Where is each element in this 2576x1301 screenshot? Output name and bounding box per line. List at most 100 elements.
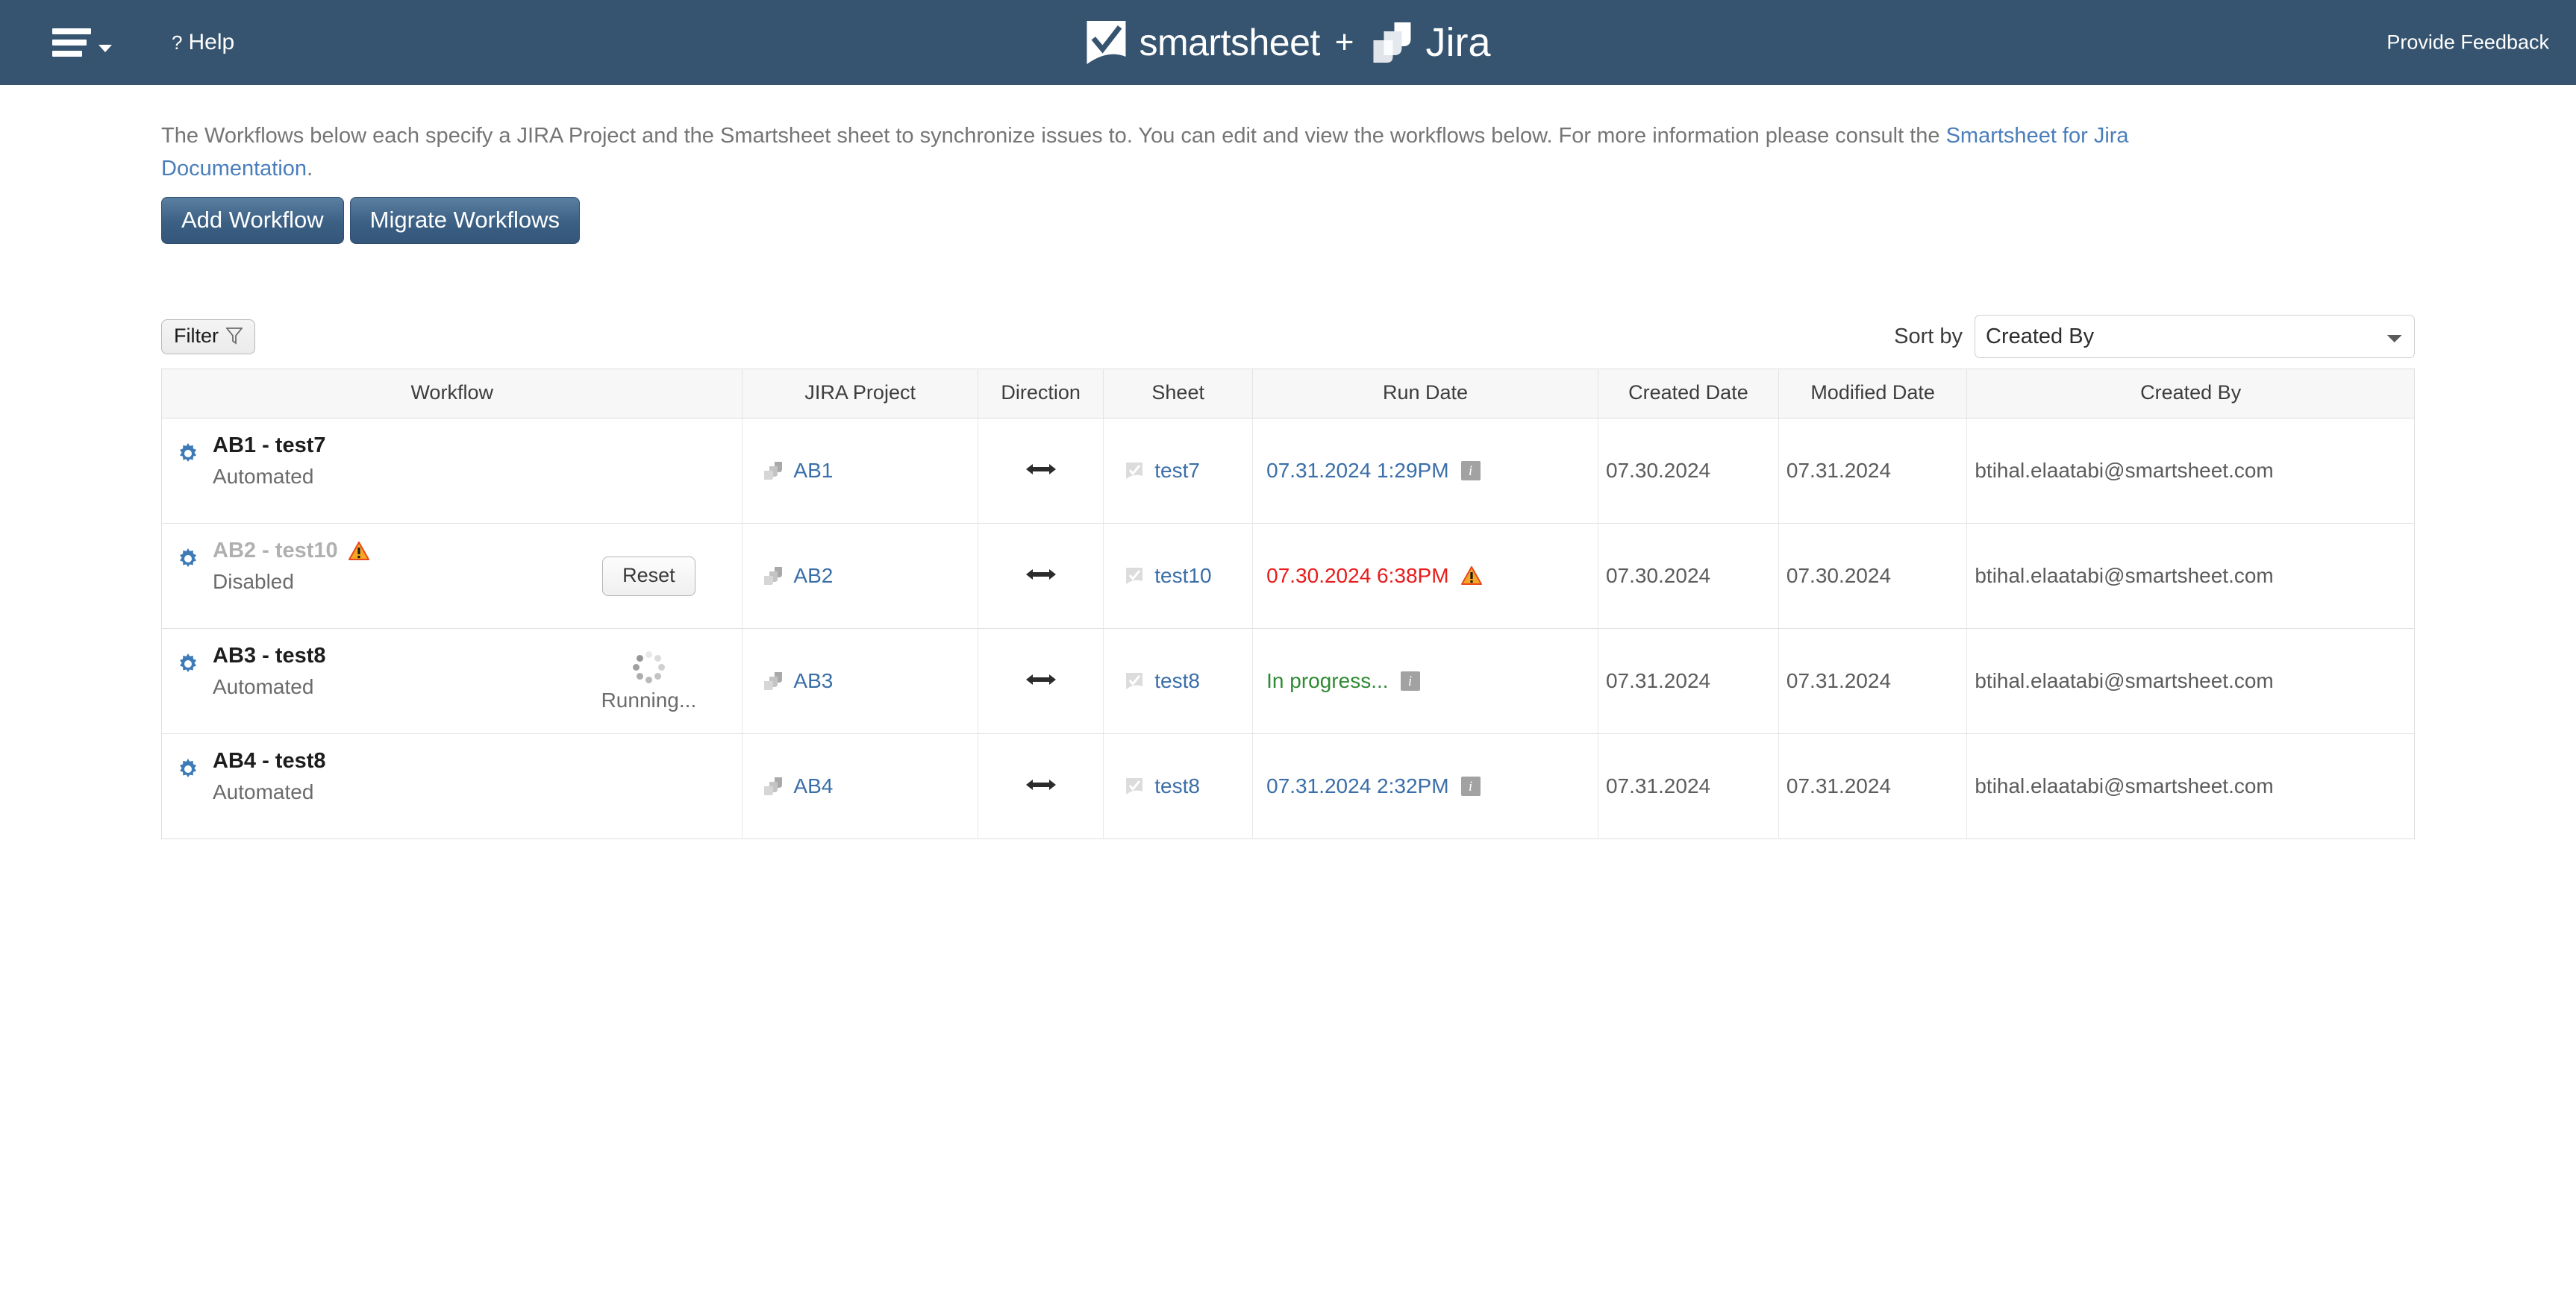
run-date-value[interactable]: 07.31.2024 1:29PM xyxy=(1266,459,1448,483)
workflow-settings-gear[interactable] xyxy=(177,758,199,786)
sheet-link[interactable]: test10 xyxy=(1154,564,1211,588)
sheet-cell: test7 xyxy=(1103,418,1254,524)
modified-date-cell: 07.31.2024 xyxy=(1778,628,1968,735)
workflow-settings-gear[interactable] xyxy=(177,442,199,470)
intro-paragraph: The Workflows below each specify a JIRA … xyxy=(161,119,2273,185)
jira-project-cell: AB4 xyxy=(742,733,978,839)
bidirectional-arrow-icon xyxy=(1025,674,1056,686)
info-icon[interactable]: i xyxy=(1460,777,1481,797)
workflow-name: AB1 - test7 xyxy=(213,433,326,458)
workflow-name: AB3 - test8 xyxy=(213,644,326,668)
main-menu-button[interactable] xyxy=(52,28,112,57)
smartsheet-sheet-icon xyxy=(1126,568,1143,585)
question-mark-icon: ? xyxy=(172,31,183,54)
direction-cell xyxy=(978,523,1104,630)
bidirectional-arrow-icon xyxy=(1025,464,1056,475)
migrate-workflows-button[interactable]: Migrate Workflows xyxy=(349,197,581,245)
intro-text-after: . xyxy=(307,157,313,181)
table-header: Workflow JIRA Project Direction Sheet Ru… xyxy=(161,369,2415,419)
gear-icon[interactable] xyxy=(177,653,199,675)
sheet-link[interactable]: test8 xyxy=(1154,669,1200,693)
jira-wordmark: Jira xyxy=(1425,20,1491,65)
provide-feedback-link[interactable]: Provide Feedback xyxy=(2386,31,2549,54)
workflow-settings-gear[interactable] xyxy=(177,653,199,680)
jira-project-icon xyxy=(764,462,783,480)
chevron-down-icon xyxy=(99,45,112,52)
workflow-aside: Reset xyxy=(563,556,734,596)
created-by-cell: btihal.elaatabi@smartsheet.com xyxy=(1966,523,2415,630)
column-header-workflow: Workflow xyxy=(161,369,743,419)
jira-project-link[interactable]: AB2 xyxy=(793,564,833,588)
hamburger-icon xyxy=(52,28,91,57)
workflow-title: AB3 - test8 xyxy=(213,642,563,671)
created-date-cell: 07.30.2024 xyxy=(1598,418,1779,524)
run-date-value[interactable]: 07.31.2024 2:32PM xyxy=(1266,774,1448,798)
jira-project-icon xyxy=(764,567,783,586)
intro-text-before: The Workflows below each specify a JIRA … xyxy=(161,124,1946,148)
action-button-row: Add Workflow Migrate Workflows xyxy=(161,197,2415,245)
filter-label: Filter xyxy=(174,324,219,347)
jira-project-link[interactable]: AB4 xyxy=(793,774,833,798)
gear-icon[interactable] xyxy=(177,548,199,570)
info-icon[interactable]: i xyxy=(1460,461,1481,481)
sheet-cell: test8 xyxy=(1103,628,1254,735)
column-header-created-by: Created By xyxy=(1966,369,2415,419)
created-by-cell: btihal.elaatabi@smartsheet.com xyxy=(1975,774,2274,798)
table-row: AB2 - test10 Disabled Reset AB2 test10 0… xyxy=(161,523,2415,630)
created-date-cell: 07.31.2024 xyxy=(1598,733,1779,839)
run-date-value: 07.30.2024 6:38PM xyxy=(1266,564,1449,588)
workflow-name: AB2 - test10 xyxy=(213,539,338,563)
sheet-cell: test10 xyxy=(1103,523,1254,630)
jira-project-link[interactable]: AB1 xyxy=(793,459,833,483)
main-content: The Workflows below each specify a JIRA … xyxy=(0,85,2576,840)
reset-button[interactable]: Reset xyxy=(602,556,695,596)
jira-logo-icon xyxy=(1373,22,1411,63)
gear-icon[interactable] xyxy=(177,442,199,465)
jira-project-cell: AB3 xyxy=(742,628,978,735)
smartsheet-sheet-icon xyxy=(1126,778,1143,795)
sort-control: Sort by Created By xyxy=(1894,315,2415,359)
bidirectional-arrow-icon xyxy=(1025,780,1056,791)
warning-icon xyxy=(348,542,369,560)
run-date-cell: 07.31.2024 2:32PM i xyxy=(1252,733,1598,839)
warning-icon xyxy=(1460,566,1482,586)
add-workflow-button[interactable]: Add Workflow xyxy=(161,197,344,245)
bidirectional-arrow-icon xyxy=(1025,569,1056,580)
smartsheet-wordmark: smartsheet xyxy=(1139,22,1320,63)
run-date-value: In progress... xyxy=(1266,669,1389,693)
workflow-settings-gear[interactable] xyxy=(177,548,199,575)
funnel-icon xyxy=(226,327,243,345)
modified-date-cell: 07.30.2024 xyxy=(1778,523,1968,630)
sort-by-label: Sort by xyxy=(1894,324,1963,348)
sheet-link[interactable]: test7 xyxy=(1154,459,1200,483)
info-icon[interactable]: i xyxy=(1400,671,1420,692)
run-date-cell: 07.30.2024 6:38PM xyxy=(1252,523,1598,630)
jira-project-cell: AB1 xyxy=(742,418,978,524)
table-row: AB1 - test7 Automated AB1 test7 07.31.20… xyxy=(161,418,2415,524)
running-label: Running... xyxy=(601,689,697,712)
jira-project-link[interactable]: AB3 xyxy=(793,669,833,693)
column-header-jira-project: JIRA Project xyxy=(742,369,978,419)
smartsheet-logo-icon xyxy=(1087,21,1126,64)
workflow-title: AB4 - test8 xyxy=(213,747,563,776)
column-header-sheet: Sheet xyxy=(1103,369,1254,419)
direction-cell xyxy=(978,733,1104,839)
gear-icon[interactable] xyxy=(177,758,199,780)
workflow-cell: AB3 - test8 Automated Running... xyxy=(161,628,743,735)
table-body: AB1 - test7 Automated AB1 test7 07.31.20… xyxy=(161,418,2415,839)
run-date-cell: 07.31.2024 1:29PM i xyxy=(1252,418,1598,524)
workflow-status: Automated xyxy=(213,674,314,698)
created-date-cell: 07.30.2024 xyxy=(1598,523,1779,630)
filter-button[interactable]: Filter xyxy=(161,319,255,354)
created-by-cell: btihal.elaatabi@smartsheet.com xyxy=(1966,628,2415,735)
help-link[interactable]: ? Help xyxy=(172,30,234,55)
created-by-cell: btihal.elaatabi@smartsheet.com xyxy=(1966,418,2415,524)
table-toolbar: Filter Sort by Created By xyxy=(161,315,2415,359)
jira-project-icon xyxy=(764,777,783,796)
workflow-cell: AB1 - test7 Automated xyxy=(161,418,743,524)
sheet-link[interactable]: test8 xyxy=(1154,774,1200,798)
loading-spinner-icon xyxy=(631,650,666,684)
workflow-title: AB2 - test10 xyxy=(213,537,563,565)
jira-project-icon xyxy=(764,672,783,691)
sort-by-select[interactable]: Created By xyxy=(1975,315,2415,359)
